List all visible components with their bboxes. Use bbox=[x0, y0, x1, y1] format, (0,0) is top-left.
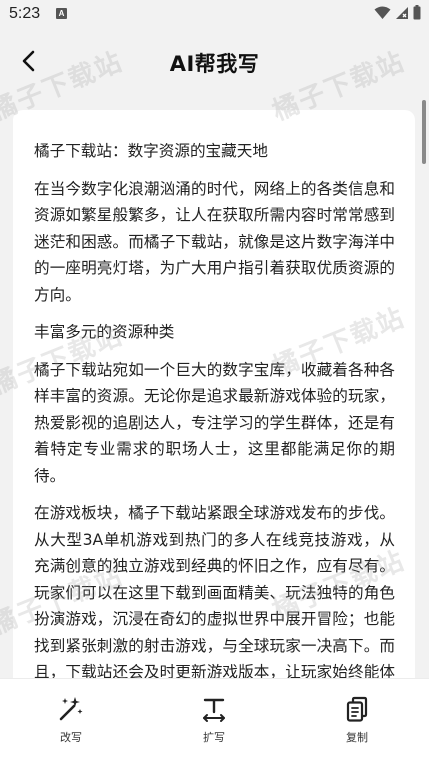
article-title: 橘子下载站：数字资源的宝藏天地 bbox=[34, 142, 268, 160]
generated-text-card[interactable]: 橘子下载站：数字资源的宝藏天地 在当今数字化浪潮汹涌的时代，网络上的各类信息和资… bbox=[13, 110, 415, 678]
bottom-action-bar: 改写 扩写 复制 bbox=[0, 678, 429, 762]
article-paragraph: 橘子下载站宛如一个巨大的数字宝库，收藏着各种各样丰富的资源。无论你是追求最新游戏… bbox=[34, 360, 395, 485]
notification-app-icon: A bbox=[56, 8, 67, 19]
rewrite-label: 改写 bbox=[60, 731, 82, 744]
wifi-icon bbox=[374, 6, 391, 19]
expand-label: 扩写 bbox=[203, 731, 225, 744]
copy-icon bbox=[346, 696, 368, 722]
magic-wand-icon bbox=[59, 697, 83, 721]
status-indicators bbox=[374, 5, 421, 20]
rewrite-button[interactable]: 改写 bbox=[31, 695, 111, 745]
cellular-signal-icon bbox=[396, 6, 408, 19]
app-header: AI帮我写 bbox=[0, 30, 429, 96]
battery-icon bbox=[413, 5, 421, 20]
section-heading: 丰富多元的资源种类 bbox=[34, 323, 175, 341]
page-title: AI帮我写 bbox=[169, 52, 260, 76]
generated-text: 橘子下载站：数字资源的宝藏天地 在当今数字化浪潮汹涌的时代，网络上的各类信息和资… bbox=[13, 110, 415, 678]
expand-text-icon bbox=[203, 698, 225, 722]
expand-button[interactable]: 扩写 bbox=[174, 695, 254, 745]
status-time: 5:23 bbox=[9, 5, 41, 22]
copy-label: 复制 bbox=[346, 731, 368, 744]
article-paragraph: 在游戏板块，橘子下载站紧跟全球游戏发布的步伐。从大型3A单机游戏到热门的多人在线… bbox=[34, 504, 395, 678]
article-paragraph: 在当今数字化浪潮汹涌的时代，网络上的各类信息和资源如繁星般繁多，让人在获取所需内… bbox=[34, 179, 395, 304]
status-bar: 5:23 A bbox=[0, 0, 429, 30]
scrollbar-thumb[interactable] bbox=[422, 100, 426, 164]
copy-button[interactable]: 复制 bbox=[317, 695, 397, 745]
